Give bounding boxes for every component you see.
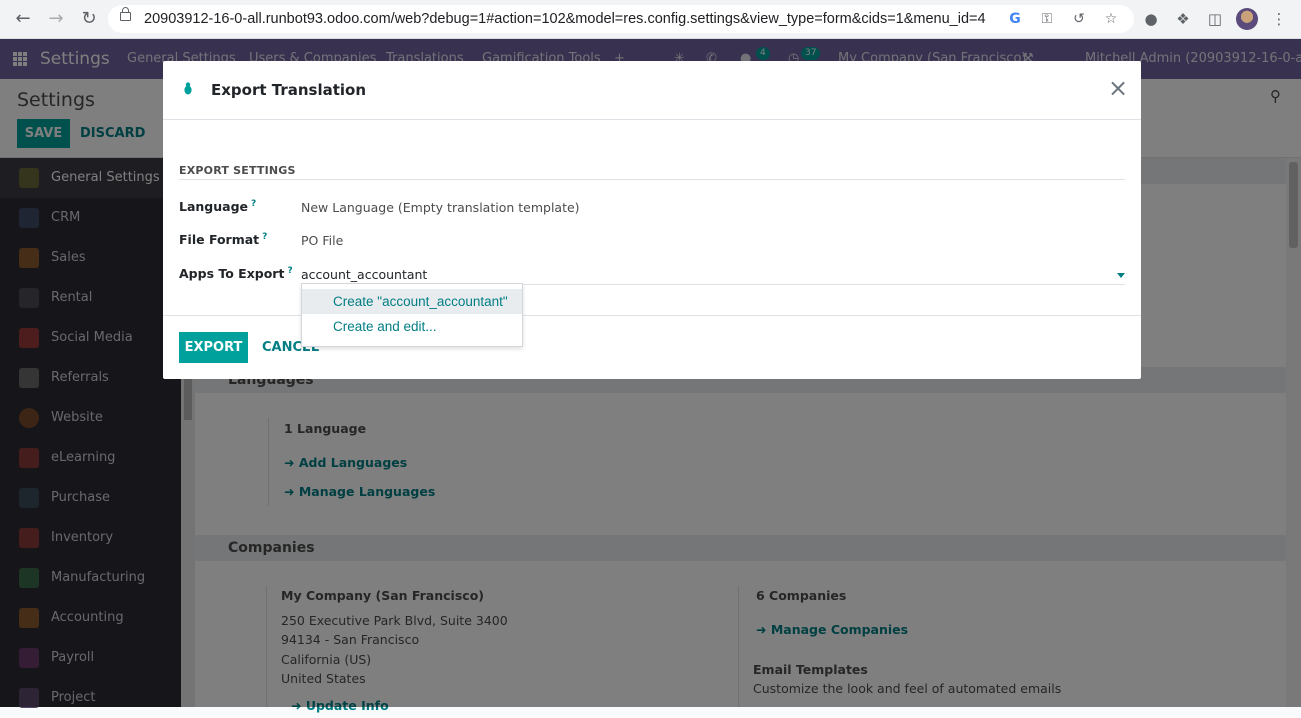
forward-icon[interactable]: → (45, 8, 67, 30)
address-bar[interactable]: 20903912-16-0-all.runbot93.odoo.com/web?… (108, 5, 1134, 33)
google-icon[interactable]: G (1006, 10, 1024, 28)
language-value[interactable]: New Language (Empty translation template… (301, 200, 580, 215)
modal-title: Export Translation (211, 81, 367, 99)
bug-icon (184, 82, 192, 95)
create-option[interactable]: Create "account_accountant" (302, 289, 522, 314)
language-help-icon[interactable]: ? (251, 199, 256, 209)
browser-toolbar: ← → ↻ 20903912-16-0-all.runbot93.odoo.co… (0, 0, 1301, 39)
language-label: Language? (179, 199, 257, 215)
export-settings-divider (179, 179, 1125, 180)
apps-to-export-label: Apps To Export? (179, 266, 293, 282)
apps-to-export-input[interactable] (301, 264, 1125, 285)
file-format-label: File Format? (179, 232, 268, 248)
close-icon[interactable]: × (1108, 76, 1128, 100)
lock-icon (120, 7, 131, 21)
puzzle-extension-icon[interactable]: ❖ (1173, 9, 1193, 29)
file-format-help-icon[interactable]: ? (262, 232, 267, 242)
export-settings-heading: EXPORT SETTINGS (179, 164, 296, 177)
reload-icon[interactable]: ↻ (78, 8, 100, 30)
apps-help-icon[interactable]: ? (287, 266, 292, 276)
monkey-extension-icon[interactable]: ● (1141, 9, 1161, 29)
url-text[interactable]: 20903912-16-0-all.runbot93.odoo.com/web?… (144, 11, 986, 27)
file-format-value[interactable]: PO File (301, 233, 343, 248)
profile-avatar[interactable] (1236, 8, 1258, 30)
share-icon[interactable]: ↺ (1070, 10, 1088, 28)
autocomplete-dropdown: Create "account_accountant" Create and e… (301, 283, 523, 347)
chevron-down-icon[interactable] (1117, 273, 1125, 278)
star-icon[interactable]: ☆ (1102, 10, 1120, 28)
key-icon[interactable]: ⚿ (1038, 10, 1056, 28)
back-icon[interactable]: ← (12, 8, 34, 30)
browser-menu-icon[interactable]: ⋮ (1269, 9, 1289, 29)
create-and-edit-option[interactable]: Create and edit... (302, 314, 522, 339)
export-button[interactable]: EXPORT (179, 332, 248, 363)
modal-header: Export Translation × (163, 61, 1141, 120)
side-panel-icon[interactable]: ◫ (1205, 9, 1225, 29)
